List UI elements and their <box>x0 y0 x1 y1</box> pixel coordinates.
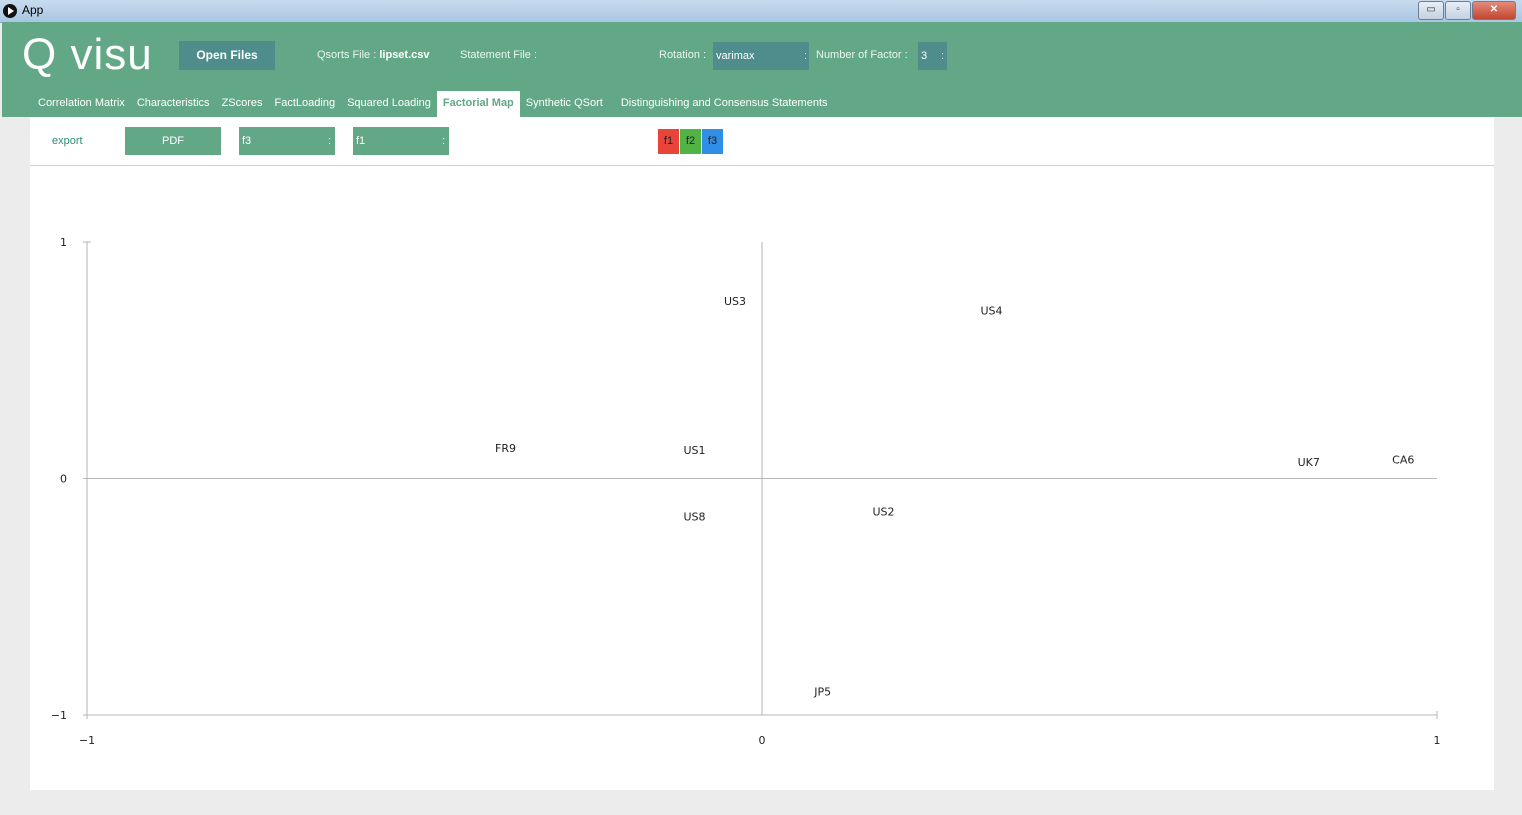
qsort-point-label: JP5 <box>813 685 831 698</box>
x-tick-label: −1 <box>79 734 95 747</box>
qsort-point-label: US4 <box>980 305 1002 318</box>
qsorts-file-name: lipset.csv <box>379 49 430 61</box>
qsorts-file-label: Qsorts File : <box>317 49 377 61</box>
qsort-point-label: US3 <box>724 295 746 308</box>
statement-file-label: Statement File : <box>460 49 538 61</box>
open-files-button[interactable]: Open Files <box>179 41 275 70</box>
x-tick-label: 0 <box>759 734 766 747</box>
tab-bar: Correlation Matrix Characteristics ZScor… <box>32 91 834 117</box>
tab-zscores[interactable]: ZScores <box>216 91 269 117</box>
chevron-down-icon: : <box>940 50 944 62</box>
tab-synthetic-qsort[interactable]: Synthetic QSort <box>520 91 609 117</box>
factor-count-select[interactable]: 3 : <box>918 42 947 70</box>
qsort-point-label: US1 <box>683 444 705 457</box>
qsorts-file-info: Qsorts File : lipset.csv <box>317 49 430 61</box>
factor-count-value: 3 <box>921 50 928 62</box>
qsort-point-label: FR9 <box>495 442 516 455</box>
minimize-button[interactable]: ▭ <box>1418 1 1444 20</box>
chevron-down-icon: : <box>803 50 807 62</box>
app-header: Q visu Open Files Qsorts File : lipset.c… <box>2 22 1522 117</box>
factorial-map-panel: export PDF f3 : f1 : f1 f2 f3 −1 0 1 −1 0 1 U… <box>30 117 1494 790</box>
x-tick-label: 1 <box>1434 734 1441 747</box>
window-controls: ▭ ▫ ✕ <box>1417 1 1516 20</box>
qsort-point-label: US2 <box>872 506 894 519</box>
qsort-point-label: CA6 <box>1392 454 1414 467</box>
tab-correlation-matrix[interactable]: Correlation Matrix <box>32 91 131 117</box>
factor-count-label: Number of Factor : <box>816 49 908 61</box>
factorial-map-chart: −1 0 1 −1 0 1 US3 US4 FR9 US1 UK7 CA6 US8 US2 JP5 <box>51 236 1441 747</box>
tab-factorial-map[interactable]: Factorial Map <box>436 91 520 117</box>
rotation-label: Rotation : <box>659 49 707 61</box>
window-title: App <box>22 3 44 17</box>
close-button[interactable]: ✕ <box>1472 1 1516 20</box>
qsort-point-label: US8 <box>683 510 705 523</box>
y-tick-label: −1 <box>51 709 67 722</box>
qsort-point-label: UK7 <box>1298 456 1320 469</box>
y-tick-label: 0 <box>60 473 67 486</box>
y-tick-label: 1 <box>60 236 67 249</box>
tab-distinguishing-consensus[interactable]: Distinguishing and Consensus Statements <box>609 91 834 117</box>
rotation-value: varimax <box>716 50 755 62</box>
app-logo: Q visu <box>22 30 153 79</box>
app-icon <box>3 4 17 18</box>
rotation-select[interactable]: varimax : <box>713 42 809 70</box>
tab-factloading[interactable]: FactLoading <box>269 91 342 117</box>
tab-characteristics[interactable]: Characteristics <box>131 91 216 117</box>
tab-squared-loading[interactable]: Squared Loading <box>341 91 437 117</box>
window-titlebar: App ▭ ▫ ✕ <box>0 0 1522 23</box>
restore-button[interactable]: ▫ <box>1445 1 1471 20</box>
